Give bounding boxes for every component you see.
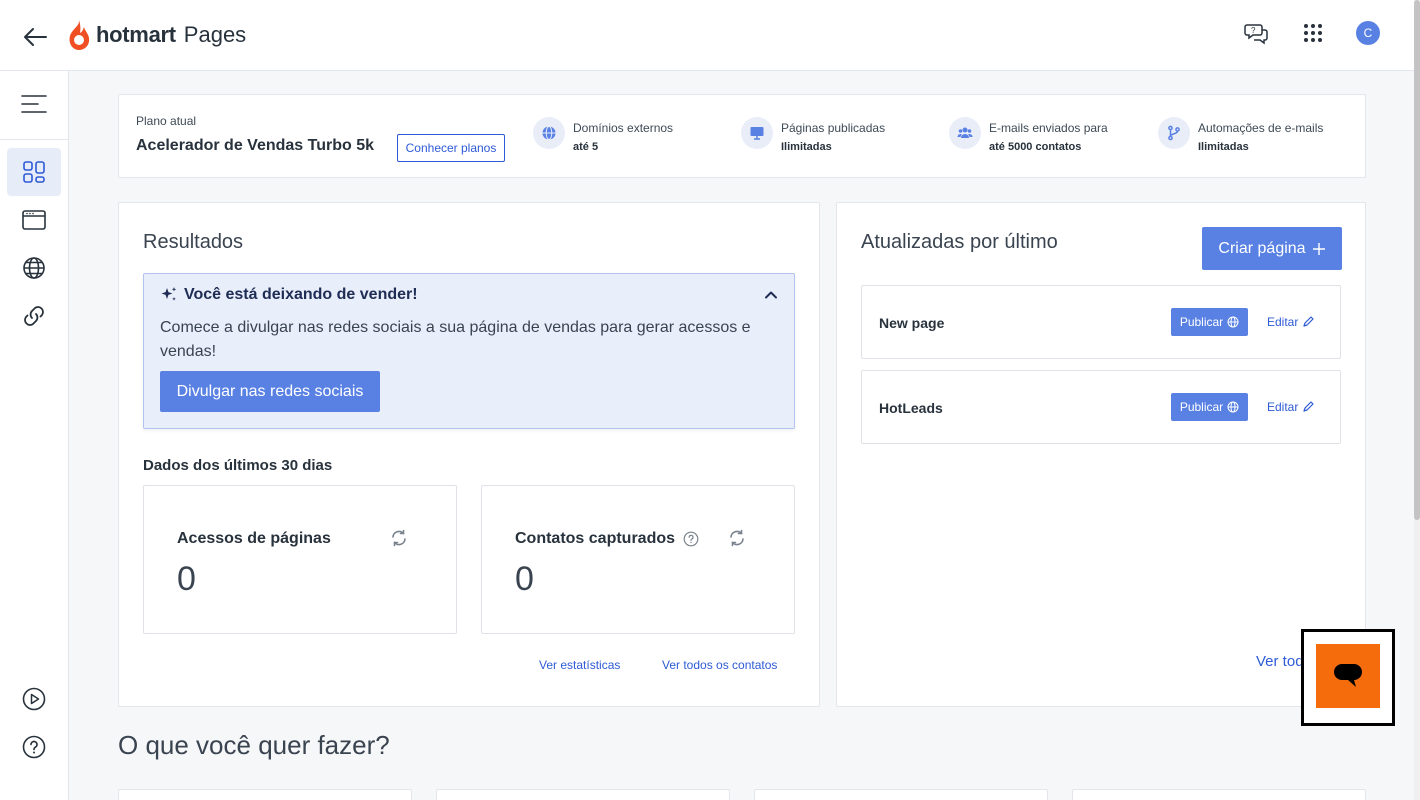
metric-label: Contatos capturados [515,530,699,548]
results-card: Resultados Você está deixando de vender!… [118,202,820,707]
sidebar-item-pages[interactable] [7,196,61,244]
share-social-button[interactable]: Divulgar nas redes sociais [160,371,380,412]
page-name: New page [879,315,945,331]
page-scrollbar[interactable] [1414,0,1420,800]
edit-link[interactable]: Editar [1267,400,1314,414]
globe-icon [533,117,565,149]
chat-widget [1301,629,1395,726]
page-row[interactable]: HotLeads Publicar Editar [861,370,1341,444]
feature-title: Páginas publicadas [781,121,886,135]
branch-icon [1158,117,1190,149]
sidebar-item-help[interactable] [7,723,61,771]
edit-link[interactable]: Editar [1267,315,1314,329]
pencil-icon [1303,401,1314,412]
pencil-icon [1303,316,1314,327]
see-plans-button[interactable]: Conhecer planos [397,134,505,162]
svg-text:?: ? [1251,26,1256,35]
chat-bubble-icon [1334,664,1362,687]
action-tile[interactable] [1072,789,1366,800]
hotmart-pages-logo[interactable]: hotmart Pages [66,17,246,53]
sparkles-icon [161,287,177,301]
help-circle-icon [22,735,46,759]
results-title: Resultados [143,231,244,253]
sidebar-item-links[interactable] [7,292,61,340]
publish-button[interactable]: Publicar [1171,393,1248,421]
brand-name: hotmart [96,22,176,47]
sidebar-item-tutorials[interactable] [7,675,61,723]
edit-label: Editar [1267,400,1299,414]
globe-icon [1227,401,1239,413]
plan-label: Plano atual [136,114,197,128]
sidebar-divider [0,139,68,140]
chat-help-icon[interactable]: ? [1244,20,1270,46]
browser-window-icon [22,210,46,230]
play-circle-icon [22,687,46,711]
feature-domains: Domínios externos até 5 [533,117,673,153]
chat-launcher-button[interactable] [1316,644,1380,708]
plan-name: Acelerador de Vendas Turbo 5k [136,137,375,154]
hotmart-flame-icon [69,20,90,50]
alert-title: Você está deixando de vender! [184,286,418,303]
monitor-icon [741,117,773,149]
page-name: HotLeads [879,400,943,416]
plus-icon [1312,242,1325,255]
metric-label-text: Acessos de páginas [177,530,331,547]
metric-value: 0 [515,560,534,598]
metric-value: 0 [177,560,196,598]
publish-label: Publicar [1179,315,1224,329]
metric-label-text: Contatos capturados [515,530,676,547]
user-avatar[interactable]: C [1356,21,1380,45]
publish-button[interactable]: Publicar [1171,308,1248,336]
feature-pages: Páginas publicadas Ilimitadas [741,117,885,153]
refresh-icon[interactable] [728,529,746,547]
plan-summary: Plano atual Acelerador de Vendas Turbo 5… [118,94,1366,178]
scrollbar-thumb[interactable] [1414,0,1420,520]
sidebar-item-dashboard[interactable] [7,148,61,196]
feature-value: Ilimitadas [781,141,832,153]
link-icon [24,306,44,326]
globe-icon [23,257,45,279]
chevron-up-icon[interactable] [762,286,780,304]
dashboard-grid-icon [23,161,45,183]
edit-label: Editar [1267,315,1299,329]
section-title: O que você quer fazer? [118,730,390,760]
apps-grid-icon[interactable] [1300,20,1326,46]
metric-page-views: Acessos de páginas 0 [143,485,457,634]
updated-title: Atualizadas por último [861,231,1058,253]
feature-title: Automações de e-mails [1198,121,1324,135]
feature-automations: Automações de e-mails Ilimitadas [1158,117,1323,153]
period-subtitle: Dados dos últimos 30 dias [143,457,333,474]
feature-title: E-mails enviados para [989,121,1108,135]
feature-value: até 5 [573,141,599,153]
action-tile[interactable] [436,789,730,800]
users-icon [949,117,981,149]
back-arrow-icon[interactable] [20,22,50,52]
action-tile[interactable] [118,789,412,800]
feature-emails: E-mails enviados para até 5000 contatos [949,117,1108,153]
feature-title: Domínios externos [573,121,674,135]
create-page-label: Criar página [1218,239,1306,257]
see-all-contacts-link[interactable]: Ver todos os contatos [662,658,777,672]
action-tile[interactable] [754,789,1048,800]
feature-value: até 5000 contatos [989,141,1082,153]
top-bar: hotmart Pages ? C [0,0,1420,71]
alert-heading: Você está deixando de vender! [160,286,418,304]
feature-value: Ilimitadas [1198,141,1249,153]
sidebar-item-domains[interactable] [7,244,61,292]
recently-updated-card: Atualizadas por último Criar página New … [836,202,1366,707]
globe-icon [1227,316,1239,328]
see-stats-link[interactable]: Ver estatísticas [539,658,620,672]
metric-captured-contacts: Contatos capturados 0 [481,485,795,634]
sales-alert: Você está deixando de vender! Comece a d… [143,273,795,429]
publish-label: Publicar [1179,400,1224,414]
product-name: Pages [183,22,247,47]
page-row[interactable]: New page Publicar Editar [861,285,1341,359]
refresh-icon[interactable] [390,529,408,547]
create-page-button[interactable]: Criar página [1202,227,1342,270]
question-circle-icon[interactable] [683,531,699,547]
menu-toggle-icon[interactable] [20,94,48,114]
metric-label: Acessos de páginas [177,530,331,548]
alert-text: Comece a divulgar nas redes sociais a su… [160,319,751,360]
sidebar [0,71,69,800]
